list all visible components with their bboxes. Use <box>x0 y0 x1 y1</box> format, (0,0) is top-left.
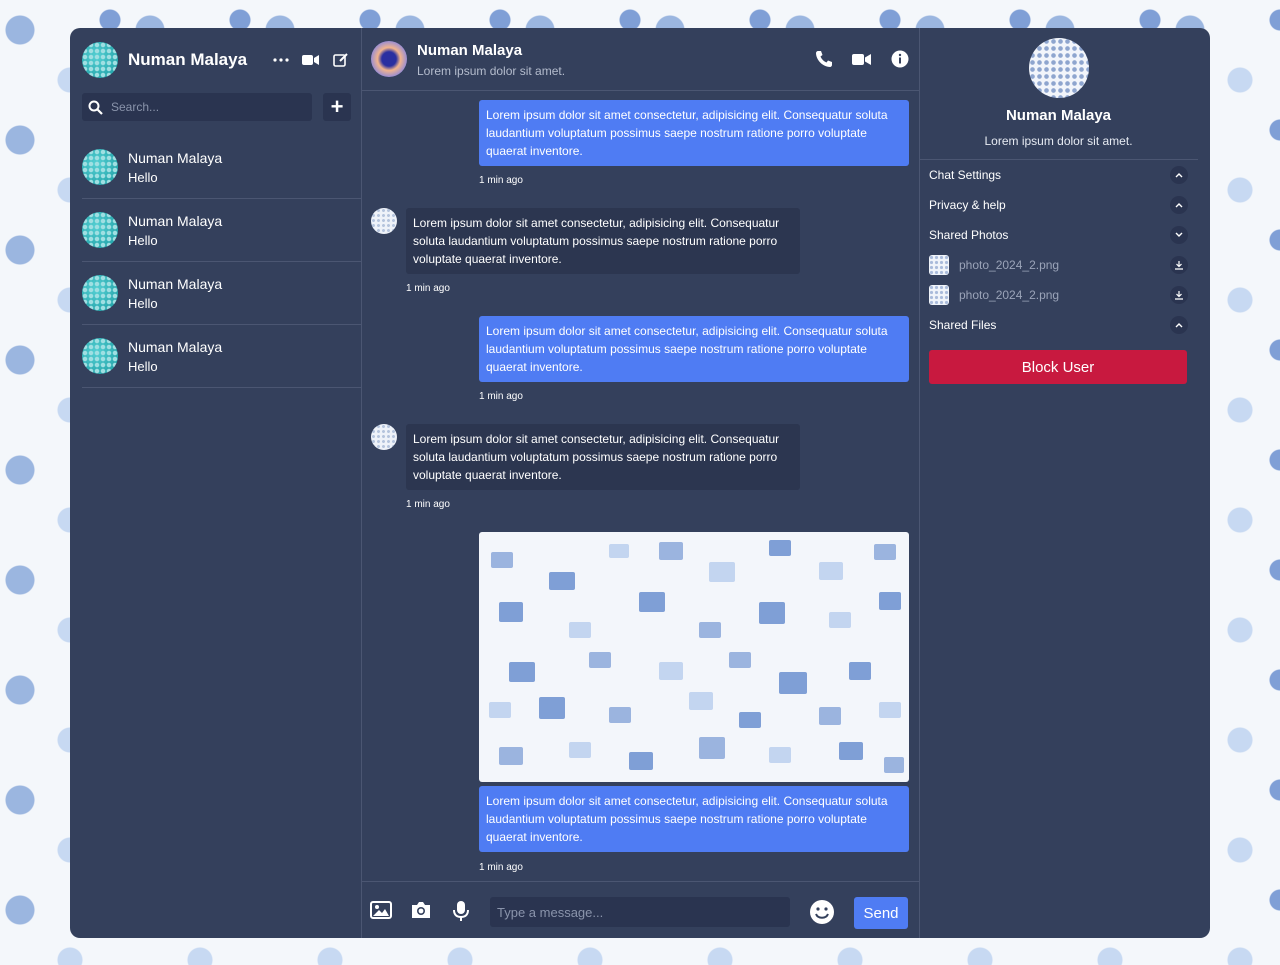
chevron-up-icon <box>1170 316 1188 334</box>
contact-last-message: Hello <box>128 358 158 374</box>
message-time: 1 min ago <box>479 175 523 186</box>
chat-panel: Numan Malaya Lorem ipsum dolor sit amet.… <box>361 28 920 938</box>
block-user-button[interactable]: Block User <box>929 350 1187 384</box>
contact-name: Numan Malaya <box>128 212 223 229</box>
message-time: 1 min ago <box>479 862 523 873</box>
outgoing-message: Lorem ipsum dolor sit amet consectetur, … <box>479 786 909 852</box>
search-box <box>82 93 312 121</box>
contact-avatar <box>82 338 118 374</box>
search-icon <box>88 100 103 115</box>
outgoing-message: Lorem ipsum dolor sit amet consectetur, … <box>479 316 909 382</box>
photo-thumbnail <box>929 255 949 275</box>
chat-settings-label: Chat Settings <box>929 168 1002 182</box>
outgoing-message: Lorem ipsum dolor sit amet consectetur, … <box>479 100 909 166</box>
message-time: 1 min ago <box>479 391 523 402</box>
settings-accordion: Chat Settings Privacy & help Shared Phot… <box>919 159 1198 340</box>
chat-partner-name: Numan Malaya <box>417 42 523 59</box>
incoming-message: Lorem ipsum dolor sit amet consectetur, … <box>406 208 800 274</box>
current-user-row: Numan Malaya <box>82 42 352 78</box>
chat-header: Numan Malaya Lorem ipsum dolor sit amet. <box>361 28 919 91</box>
chevron-up-icon <box>1170 196 1188 214</box>
shared-photos-toggle[interactable]: Shared Photos <box>919 220 1198 250</box>
contact-info-panel: Numan Malaya Lorem ipsum dolor sit amet.… <box>919 28 1210 938</box>
message-composer: Send <box>361 881 919 938</box>
contact-last-message: Hello <box>128 169 158 185</box>
sender-avatar <box>371 208 397 234</box>
chat-partner-avatar[interactable] <box>371 41 407 77</box>
chat-partner-status: Lorem ipsum dolor sit amet. <box>417 64 566 78</box>
contact-last-message: Hello <box>128 232 158 248</box>
contact-last-message: Hello <box>128 295 158 311</box>
shared-photos-label: Shared Photos <box>929 228 1009 242</box>
contact-avatar <box>82 212 118 248</box>
profile-name: Numan Malaya <box>1005 107 1112 124</box>
contact-item[interactable]: Numan Malaya Hello <box>82 136 361 199</box>
camera-icon[interactable] <box>410 900 432 922</box>
info-icon[interactable] <box>889 48 911 70</box>
profile-status: Lorem ipsum dolor sit amet. <box>984 134 1133 148</box>
emoji-icon[interactable] <box>809 899 835 925</box>
microphone-icon[interactable] <box>450 900 472 922</box>
shared-photo-item[interactable]: photo_2024_2.png <box>919 280 1198 310</box>
download-icon[interactable] <box>1170 286 1188 304</box>
contact-list: Numan Malaya Hello Numan Malaya Hello Nu… <box>82 136 361 388</box>
contact-item[interactable]: Numan Malaya Hello <box>82 325 361 388</box>
shared-photo-item[interactable]: photo_2024_2.png <box>919 250 1198 280</box>
contact-avatar <box>82 275 118 311</box>
privacy-help-label: Privacy & help <box>929 198 1006 212</box>
download-icon[interactable] <box>1170 256 1188 274</box>
chat-settings-toggle[interactable]: Chat Settings <box>919 160 1198 190</box>
message-time: 1 min ago <box>406 499 450 510</box>
contact-item[interactable]: Numan Malaya Hello <box>82 199 361 262</box>
sender-avatar <box>371 424 397 450</box>
shared-files-toggle[interactable]: Shared Files <box>919 310 1198 340</box>
photo-thumbnail <box>929 285 949 305</box>
shared-files-label: Shared Files <box>929 318 997 332</box>
message-time: 1 min ago <box>406 283 450 294</box>
video-call-icon[interactable] <box>300 49 322 71</box>
add-conversation-button[interactable]: + <box>323 93 351 121</box>
more-icon[interactable] <box>270 49 292 71</box>
chevron-up-icon <box>1170 166 1188 184</box>
incoming-message: Lorem ipsum dolor sit amet consectetur, … <box>406 424 800 490</box>
contact-item[interactable]: Numan Malaya Hello <box>82 262 361 325</box>
shared-image[interactable] <box>479 532 909 782</box>
message-input[interactable] <box>490 897 790 927</box>
chevron-down-icon <box>1170 226 1188 244</box>
current-user-name: Numan Malaya <box>128 50 248 69</box>
photo-filename: photo_2024_2.png <box>959 258 1060 272</box>
privacy-help-toggle[interactable]: Privacy & help <box>919 190 1198 220</box>
plus-icon: + <box>330 94 344 119</box>
video-icon[interactable] <box>851 48 873 70</box>
contact-name: Numan Malaya <box>128 338 223 355</box>
send-button[interactable]: Send <box>854 897 908 929</box>
current-user-avatar[interactable] <box>82 42 118 78</box>
search-input[interactable] <box>109 99 303 115</box>
phone-icon[interactable] <box>813 48 835 70</box>
edit-icon[interactable] <box>330 49 352 71</box>
chat-app-window: Numan Malaya + Numan Malaya <box>70 28 1210 938</box>
profile-avatar <box>1029 38 1089 98</box>
image-icon[interactable] <box>370 900 392 922</box>
conversation-sidebar: Numan Malaya + Numan Malaya <box>70 28 362 938</box>
photo-filename: photo_2024_2.png <box>959 288 1060 302</box>
message-list: Lorem ipsum dolor sit amet consectetur, … <box>361 91 919 881</box>
contact-name: Numan Malaya <box>128 149 223 166</box>
contact-avatar <box>82 149 118 185</box>
contact-name: Numan Malaya <box>128 275 223 292</box>
